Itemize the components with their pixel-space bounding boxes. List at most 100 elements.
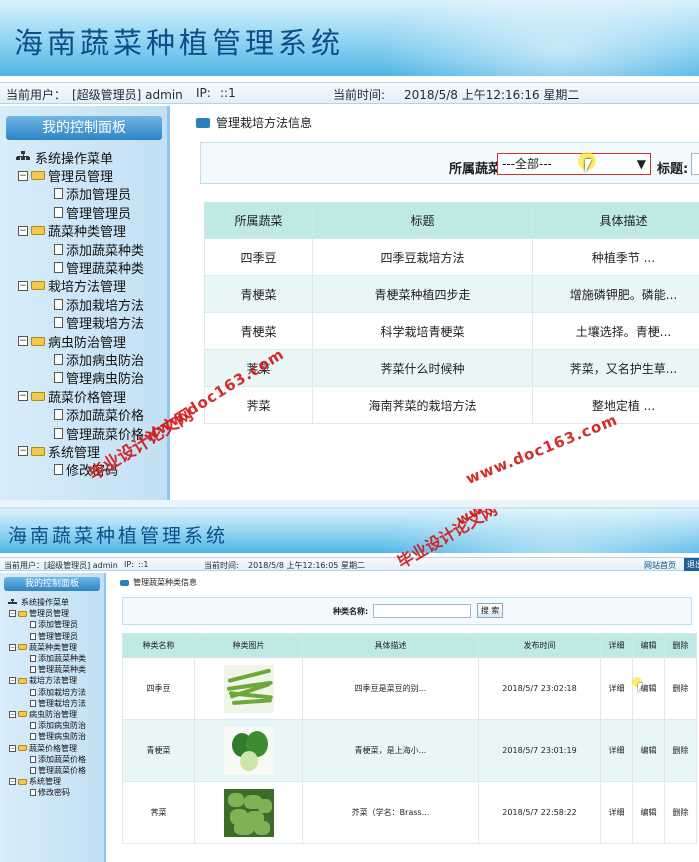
- filter-box: 所属蔬菜 ---全部--- ▼ 标题:: [200, 142, 699, 184]
- menu-item[interactable]: 添加蔬菜种类: [8, 653, 86, 664]
- info-bar: 当前用户： [超级管理员] admin IP: ::1 当前时间: 2018/5…: [0, 557, 699, 571]
- menu-group[interactable]: − 病虫防治管理: [16, 332, 144, 351]
- table-row[interactable]: 荠菜 芥菜（学名：Brass... 2018/5/7 22:58:22 详细 编辑 删除: [122, 781, 697, 844]
- column-header: 标题: [312, 202, 533, 239]
- collapse-toggle-icon[interactable]: −: [9, 677, 16, 685]
- menu-group[interactable]: − 蔬菜价格管理: [8, 742, 86, 753]
- menu-item[interactable]: 管理管理员: [16, 203, 144, 222]
- menu-item[interactable]: 添加病虫防治: [16, 350, 145, 369]
- menu-item[interactable]: 添加蔬菜种类: [16, 240, 144, 259]
- menu-item[interactable]: 管理管理员: [8, 631, 86, 642]
- delete-link[interactable]: 删除: [664, 657, 697, 720]
- menu-group-label: 系统管理: [29, 777, 61, 787]
- menu-item-label: 添加管理员: [38, 620, 78, 630]
- home-link[interactable]: 网站首页: [644, 560, 676, 571]
- menu-item-label: 添加栽培方法: [38, 687, 86, 697]
- folder-icon: [31, 171, 45, 181]
- title-input[interactable]: [691, 153, 699, 175]
- menu-item[interactable]: 添加病虫防治: [8, 720, 86, 731]
- menu-item[interactable]: 添加栽培方法: [16, 295, 144, 314]
- table-row[interactable]: 青梗菜 科学栽培青梗菜 土壤选择。青梗...: [204, 312, 699, 350]
- collapse-toggle-icon[interactable]: −: [18, 280, 28, 291]
- title-filter-label: 标题:: [657, 162, 689, 177]
- menu-group-label: 管理员管理: [48, 170, 114, 186]
- table-cell: 种植季节 ...: [532, 238, 699, 276]
- shepherds-purse-image: [223, 788, 274, 837]
- collapse-toggle-icon[interactable]: −: [18, 446, 28, 457]
- menu-group[interactable]: − 系统管理: [8, 776, 86, 787]
- menu-item-label: 管理管理员: [38, 631, 78, 641]
- menu-group[interactable]: − 病虫防治管理: [8, 709, 86, 720]
- table-row[interactable]: 青梗菜 青梗菜，是上海小... 2018/5/7 23:01:19 详细 编辑 删除: [122, 719, 697, 782]
- menu-item[interactable]: 添加管理员: [16, 185, 144, 203]
- table-row[interactable]: 四季豆 四季豆栽培方法 种植季节 ...: [204, 238, 699, 276]
- exit-button[interactable]: 退出: [684, 558, 699, 571]
- collapse-toggle-icon[interactable]: −: [9, 610, 16, 618]
- crumb-icon: [196, 117, 210, 128]
- dropdown-arrow-icon: ▼: [636, 157, 646, 171]
- collapse-toggle-icon[interactable]: −: [18, 225, 28, 236]
- table-row[interactable]: 四季豆 四季豆是菜豆的别... 2018/5/7 23:02:18 详细 编辑 删除: [122, 657, 697, 720]
- page-icon: [54, 353, 63, 365]
- menu-group[interactable]: − 蔬菜种类管理: [8, 642, 86, 653]
- edit-link[interactable]: 编辑: [632, 781, 665, 844]
- search-button[interactable]: 搜 索: [477, 603, 503, 618]
- menu-item[interactable]: 添加栽培方法: [8, 687, 86, 698]
- detail-link[interactable]: 详细: [600, 781, 633, 844]
- menu-item[interactable]: 管理蔬菜种类: [16, 258, 144, 277]
- info-bar: 当前用户： [超级管理员] admin IP: ::1 当前时间: 2018/5…: [0, 82, 699, 104]
- menu-root: 系统操作菜单: [8, 597, 86, 608]
- detail-link[interactable]: 详细: [600, 657, 633, 720]
- menu-item-label: 添加蔬菜种类: [38, 654, 86, 664]
- page-icon: [54, 464, 63, 476]
- menu-item[interactable]: 管理病虫防治: [8, 731, 86, 742]
- detail-link[interactable]: 详细: [600, 719, 633, 782]
- menu-group[interactable]: − 蔬菜价格管理: [16, 387, 144, 406]
- delete-link[interactable]: 删除: [664, 781, 697, 844]
- menu-group[interactable]: − 栽培方法管理: [16, 277, 144, 295]
- collapse-toggle-icon[interactable]: −: [18, 170, 28, 181]
- menu-item-label: 管理管理员: [66, 206, 132, 222]
- page-icon: [30, 733, 36, 741]
- menu-item[interactable]: 添加蔬菜价格: [8, 754, 86, 765]
- screenshot-top: 海南蔬菜种植管理系统 当前用户： [超级管理员] admin IP: ::1 当…: [0, 0, 699, 500]
- sitemap-icon: [8, 598, 17, 607]
- menu-item[interactable]: 管理蔬菜价格: [8, 765, 86, 776]
- publish-time-cell: 2018/5/7 22:58:22: [478, 781, 601, 844]
- menu-group[interactable]: − 蔬菜种类管理: [16, 222, 144, 240]
- page-icon: [30, 632, 36, 640]
- collapse-toggle-icon[interactable]: −: [9, 744, 16, 752]
- menu-item[interactable]: 管理蔬菜种类: [8, 664, 86, 675]
- menu-item-label: 管理病虫防治: [66, 372, 145, 388]
- menu-item-label: 添加病虫防治: [66, 354, 145, 369]
- collapse-toggle-icon[interactable]: −: [18, 336, 28, 347]
- green-beans-image: [223, 664, 274, 713]
- collapse-toggle-icon[interactable]: −: [9, 778, 16, 786]
- description-cell: 青梗菜，是上海小...: [302, 719, 479, 782]
- collapse-toggle-icon[interactable]: −: [9, 643, 16, 651]
- menu-group-label: 蔬菜种类管理: [48, 225, 127, 241]
- edit-link[interactable]: 编辑: [632, 719, 665, 782]
- menu-group[interactable]: − 管理员管理: [16, 166, 144, 186]
- menu-item-label: 管理病虫防治: [38, 732, 86, 742]
- column-header: 详细: [600, 633, 633, 658]
- menu-item[interactable]: 管理栽培方法: [8, 698, 86, 709]
- vegetable-select[interactable]: ---全部--- ▼: [497, 153, 651, 175]
- column-header: 具体描述: [302, 633, 479, 658]
- table-row[interactable]: 青梗菜 青梗菜种植四步走 增施磷钾肥。磷能...: [204, 275, 699, 313]
- ip-value: ::1: [220, 86, 236, 100]
- menu-group[interactable]: − 栽培方法管理: [8, 675, 86, 686]
- menu-item[interactable]: 管理栽培方法: [16, 314, 144, 332]
- cultivation-table: 所属蔬菜 标题 具体描述 四季豆 四季豆栽培方法 种植季节 ... 青梗菜 青梗菜种植四步走…: [204, 202, 699, 424]
- menu-item[interactable]: 添加蔬菜价格: [16, 405, 144, 424]
- delete-link[interactable]: 删除: [664, 719, 697, 782]
- menu-item[interactable]: 修改密码: [8, 787, 86, 798]
- table-row[interactable]: 荠菜 海南荠菜的栽培方法 整地定植 ...: [204, 386, 699, 424]
- menu-group[interactable]: − 管理员管理: [8, 608, 86, 619]
- user-value: [超级管理员] admin: [44, 561, 118, 570]
- menu-item[interactable]: 添加管理员: [8, 619, 86, 630]
- menu-item[interactable]: 管理病虫防治: [16, 369, 144, 387]
- collapse-toggle-icon[interactable]: −: [18, 391, 28, 402]
- category-name-input[interactable]: [373, 604, 471, 618]
- collapse-toggle-icon[interactable]: −: [9, 710, 16, 718]
